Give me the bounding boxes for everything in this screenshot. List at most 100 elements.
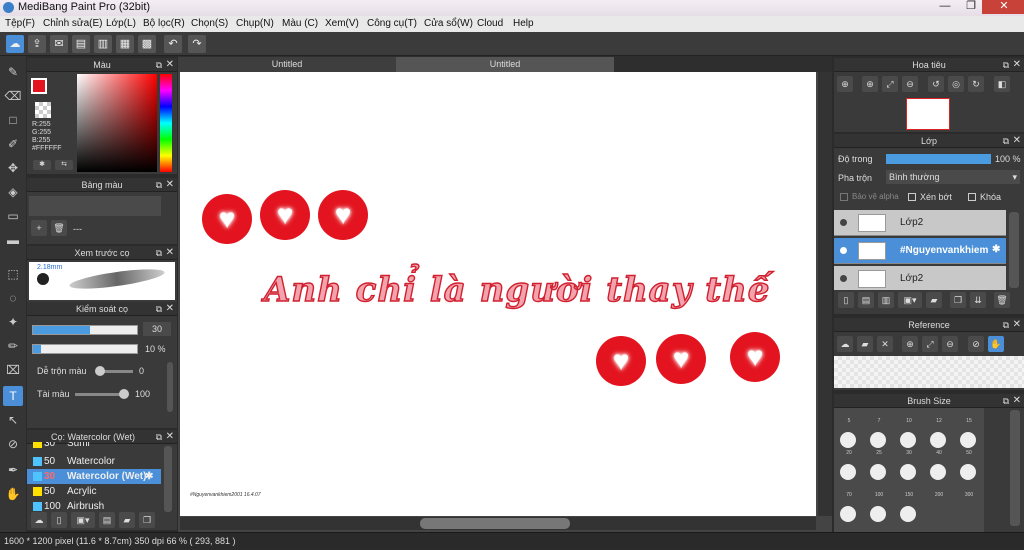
add-layer-menu-icon[interactable]: ▣▾ bbox=[898, 292, 922, 308]
menu-tools[interactable]: Công cụ(T) bbox=[367, 18, 417, 29]
tab-untitled-2[interactable]: Untitled bbox=[396, 57, 614, 72]
cloud-icon[interactable]: ☁ bbox=[6, 35, 24, 53]
zoom-out-icon[interactable]: ⊖ bbox=[902, 76, 918, 92]
reset-view-icon[interactable]: ◎ bbox=[948, 76, 964, 92]
brush-tool-icon[interactable]: ✎ bbox=[3, 62, 23, 82]
delete-layer-icon[interactable]: 🗑 bbox=[994, 292, 1010, 308]
popout-icon[interactable]: ⧉ bbox=[1003, 394, 1009, 408]
eye-icon[interactable] bbox=[840, 247, 847, 254]
menu-file[interactable]: Tệp(F) bbox=[5, 18, 35, 29]
document-icon[interactable]: ▥ bbox=[94, 35, 112, 53]
rotate-left-icon[interactable]: ↺ bbox=[928, 76, 944, 92]
popout-icon[interactable]: ⧉ bbox=[156, 246, 162, 260]
duplicate-layer-icon[interactable]: ❐ bbox=[950, 292, 966, 308]
eyedropper-tool-icon[interactable]: ⊘ bbox=[3, 434, 23, 454]
close-window-button[interactable]: ✕ bbox=[982, 0, 1024, 14]
menu-layer[interactable]: Lớp(L) bbox=[106, 18, 136, 29]
menu-view[interactable]: Xem(V) bbox=[325, 18, 359, 29]
brush-size-slider[interactable] bbox=[32, 325, 138, 335]
eyedropper-icon[interactable]: ⊘ bbox=[968, 336, 984, 352]
popout-icon[interactable]: ⧉ bbox=[1003, 58, 1009, 72]
color-swap-icon[interactable]: ⇆ bbox=[55, 160, 73, 170]
dot-tool-icon[interactable]: ✐ bbox=[3, 134, 23, 154]
delete-palette-icon[interactable]: 🗑 bbox=[51, 220, 67, 236]
add-brush-icon[interactable]: ▣▾ bbox=[71, 512, 95, 528]
close-icon[interactable]: ✕ bbox=[166, 178, 174, 192]
brush-size-dot[interactable] bbox=[870, 506, 886, 522]
close-icon[interactable]: ✕ bbox=[1013, 318, 1021, 332]
layer-scrollbar[interactable] bbox=[1009, 212, 1019, 288]
list-item[interactable]: 50 Acrylic bbox=[27, 484, 161, 499]
color-picker-square[interactable] bbox=[77, 74, 157, 172]
close-icon[interactable]: ✕ bbox=[1013, 394, 1021, 408]
duplicate-brush-icon[interactable]: ❐ bbox=[139, 512, 155, 528]
operation-tool-icon[interactable]: ↖ bbox=[3, 410, 23, 430]
gradient-tool-icon[interactable]: ▭ bbox=[3, 206, 23, 226]
tab-untitled-1[interactable]: Untitled bbox=[178, 57, 396, 72]
maximize-button[interactable]: ❐ bbox=[958, 0, 984, 14]
brush-size-dot[interactable] bbox=[840, 464, 856, 480]
popout-icon[interactable]: ⧉ bbox=[1003, 134, 1009, 148]
brush-size-dot[interactable] bbox=[840, 506, 856, 522]
brush-size-scrollbar[interactable] bbox=[1010, 410, 1020, 526]
new-layer-icon[interactable]: ▯ bbox=[838, 292, 854, 308]
shape-fill-icon[interactable]: ▬ bbox=[3, 230, 23, 250]
close-icon[interactable]: ✕ bbox=[166, 302, 174, 316]
lasso-tool-icon[interactable]: ◌ bbox=[3, 288, 23, 308]
fill-tool-icon[interactable]: ◈ bbox=[3, 182, 23, 202]
comment-icon[interactable]: ✉ bbox=[50, 35, 68, 53]
grid-icon[interactable]: ▦ bbox=[116, 35, 134, 53]
settings-gear-icon[interactable]: ✱ bbox=[992, 244, 1000, 255]
merge-layer-icon[interactable]: ⇊ bbox=[970, 292, 986, 308]
zoom-out-icon[interactable]: ⊖ bbox=[942, 336, 958, 352]
select-eraser-icon[interactable]: ⌧ bbox=[3, 360, 23, 380]
undo-icon[interactable]: ↶ bbox=[164, 35, 182, 53]
close-icon[interactable]: ✕ bbox=[1013, 58, 1021, 72]
menu-select[interactable]: Chọn(S) bbox=[191, 18, 228, 29]
close-icon[interactable]: ✕ bbox=[166, 430, 174, 444]
list-item-selected[interactable]: 30 Watercolor (Wet) ✱ bbox=[27, 469, 161, 484]
brush-control-scrollbar[interactable] bbox=[167, 362, 173, 412]
hue-slider[interactable] bbox=[160, 74, 172, 172]
brush-size-dot[interactable] bbox=[960, 432, 976, 448]
settings-gear-icon[interactable]: ✱ bbox=[145, 469, 153, 484]
menu-snap[interactable]: Chụp(N) bbox=[236, 18, 274, 29]
close-icon[interactable]: ✕ bbox=[1013, 134, 1021, 148]
fit-icon[interactable]: ⤢ bbox=[922, 336, 938, 352]
layer-row-selected[interactable]: #Nguyenvankhiem ✱ bbox=[834, 238, 1006, 264]
layer-opacity-slider[interactable] bbox=[886, 154, 991, 164]
redo-icon[interactable]: ↷ bbox=[188, 35, 206, 53]
brush-opacity-slider[interactable] bbox=[32, 344, 138, 354]
brush-list-scrollbar[interactable] bbox=[164, 446, 172, 512]
cloud-brush-icon[interactable]: ☁ bbox=[31, 512, 47, 528]
text-tool-icon[interactable]: T bbox=[3, 386, 23, 406]
list-item[interactable]: 30 Sumi bbox=[27, 442, 161, 451]
palette-swatch-area[interactable] bbox=[29, 196, 161, 216]
density-slider-handle[interactable] bbox=[119, 389, 129, 399]
popout-icon[interactable]: ⧉ bbox=[1003, 318, 1009, 332]
share-icon[interactable]: ⇪ bbox=[28, 35, 46, 53]
move-tool-icon[interactable]: ✥ bbox=[3, 158, 23, 178]
close-reference-icon[interactable]: ✕ bbox=[877, 336, 893, 352]
vertical-scrollbar[interactable] bbox=[818, 72, 832, 516]
eye-icon[interactable] bbox=[840, 275, 847, 282]
brush-size-dot[interactable] bbox=[900, 506, 916, 522]
layer-row[interactable]: Lớp2 bbox=[834, 266, 1006, 290]
popout-icon[interactable]: ⧉ bbox=[156, 178, 162, 192]
popout-icon[interactable]: ⧉ bbox=[156, 302, 162, 316]
new-8bit-layer-icon[interactable]: ▥ bbox=[878, 292, 894, 308]
brush-size-dot[interactable] bbox=[930, 432, 946, 448]
menu-help[interactable]: Help bbox=[513, 18, 534, 29]
pen-tool-icon[interactable]: ✒ bbox=[3, 460, 23, 480]
new-halftone-layer-icon[interactable]: ▤ bbox=[858, 292, 874, 308]
zoom-in-alt-icon[interactable]: ⊕ bbox=[862, 76, 878, 92]
drawing-canvas[interactable]: ♥ ♥ ♥ Anh chỉ là người thay thế ♥ ♥ ♥ #N… bbox=[180, 72, 816, 516]
select-tool-icon[interactable]: ⬚ bbox=[3, 264, 23, 284]
navigator-thumbnail[interactable] bbox=[906, 98, 950, 130]
zoom-in-icon[interactable]: ⊕ bbox=[837, 76, 853, 92]
open-file-icon[interactable]: ▰ bbox=[857, 336, 873, 352]
brush-size-dot[interactable] bbox=[870, 432, 886, 448]
brush-size-value[interactable]: 30 bbox=[143, 322, 171, 336]
menu-window[interactable]: Cửa sổ(W) bbox=[424, 18, 473, 29]
cloud-open-icon[interactable]: ☁ bbox=[837, 336, 853, 352]
